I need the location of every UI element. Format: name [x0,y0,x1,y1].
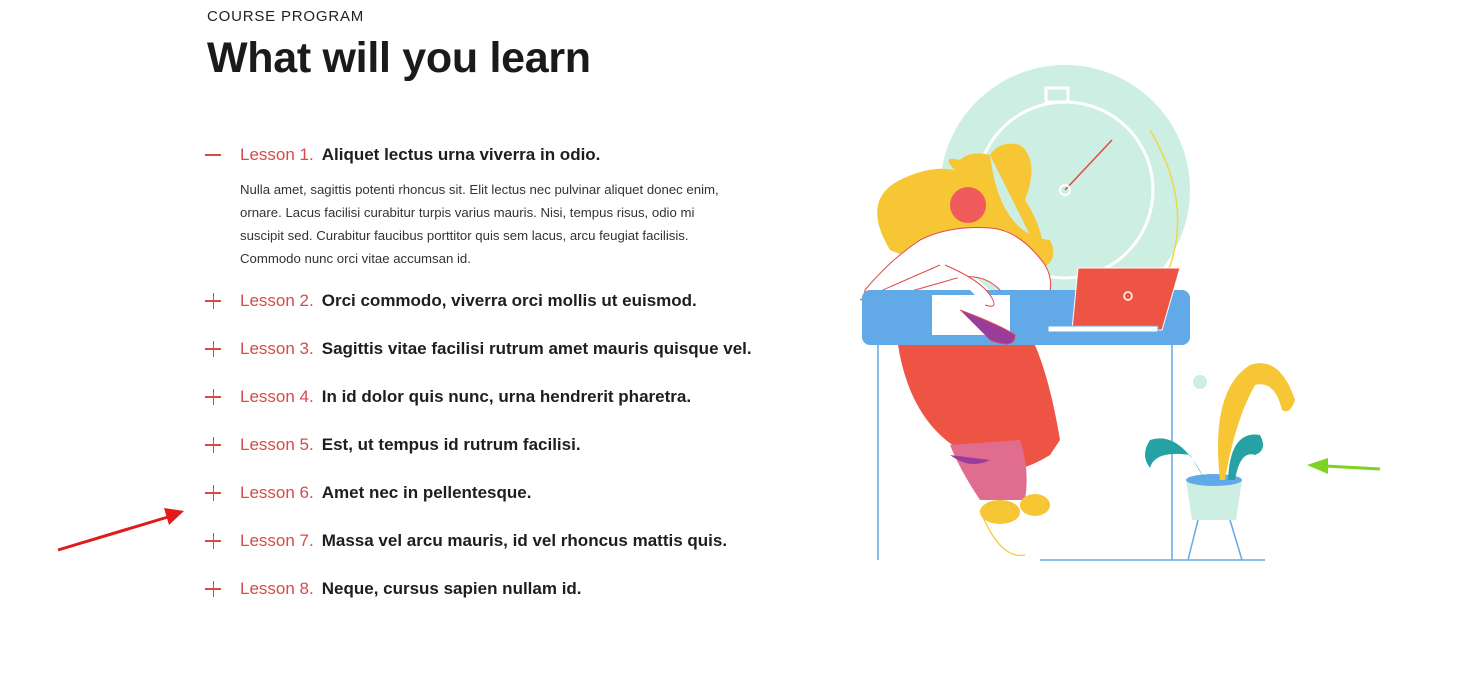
lesson-toggle-3[interactable]: Lesson 3. Sagittis vitae facilisi rutrum… [200,332,760,366]
plus-icon[interactable] [200,476,228,510]
lesson-title: Aliquet lectus urna viverra in odio. [321,145,601,164]
lesson-accordion: Lesson 1. Aliquet lectus urna viverra in… [200,138,760,606]
plus-icon[interactable] [200,428,228,462]
green-arrow-icon [1307,458,1381,474]
lesson-toggle-2[interactable]: Lesson 2. Orci commodo, viverra orci mol… [200,284,760,318]
lesson-item: Lesson 1. Aliquet lectus urna viverra in… [200,138,760,270]
lesson-number: Lesson 5. [240,435,314,454]
minus-icon[interactable] [200,138,228,172]
lesson-title: In id dolor quis nunc, urna hendrerit ph… [321,387,692,406]
lesson-title: Amet nec in pellentesque. [321,483,532,502]
lesson-description: Nulla amet, sagittis potenti rhoncus sit… [240,182,719,266]
lesson-number: Lesson 3. [240,339,314,358]
page-title: What will you learn [207,34,591,82]
lesson-toggle-8[interactable]: Lesson 8. Neque, cursus sapien nullam id… [200,572,760,606]
plus-icon[interactable] [200,524,228,558]
lesson-item: Lesson 2. Orci commodo, viverra orci mol… [200,284,760,318]
plus-icon[interactable] [200,332,228,366]
lesson-toggle-7[interactable]: Lesson 7. Massa vel arcu mauris, id vel … [200,524,760,558]
lesson-title: Massa vel arcu mauris, id vel rhoncus ma… [321,531,728,550]
plant-icon [1145,363,1295,561]
lesson-title: Sagittis vitae facilisi rutrum amet maur… [321,339,752,358]
lesson-item: Lesson 7. Massa vel arcu mauris, id vel … [200,524,760,558]
lesson-toggle-1[interactable]: Lesson 1. Aliquet lectus urna viverra in… [200,138,760,172]
lesson-toggle-4[interactable]: Lesson 4. In id dolor quis nunc, urna he… [200,380,760,414]
lesson-item: Lesson 6. Amet nec in pellentesque. [200,476,760,510]
lesson-toggle-5[interactable]: Lesson 5. Est, ut tempus id rutrum facil… [200,428,760,462]
lesson-number: Lesson 8. [240,579,314,598]
lesson-number: Lesson 6. [240,483,314,502]
woman-at-desk-illustration [859,65,1295,561]
lesson-item: Lesson 8. Neque, cursus sapien nullam id… [200,572,760,606]
lesson-item: Lesson 3. Sagittis vitae facilisi rutrum… [200,332,760,366]
lesson-number: Lesson 1. [240,145,314,164]
lesson-item: Lesson 4. In id dolor quis nunc, urna he… [200,380,760,414]
lesson-number: Lesson 2. [240,291,314,310]
plus-icon[interactable] [200,380,228,414]
lesson-number: Lesson 4. [240,387,314,406]
plus-icon[interactable] [200,284,228,318]
lesson-number: Lesson 7. [240,531,314,550]
lesson-item: Lesson 5. Est, ut tempus id rutrum facil… [200,428,760,462]
lesson-title: Est, ut tempus id rutrum facilisi. [321,435,581,454]
lesson-title: Orci commodo, viverra orci mollis ut eui… [321,291,697,310]
red-arrow-icon [57,508,184,552]
plus-icon[interactable] [200,572,228,606]
section-eyebrow: COURSE PROGRAM [207,8,365,25]
lesson-title: Neque, cursus sapien nullam id. [321,579,582,598]
lesson-toggle-6[interactable]: Lesson 6. Amet nec in pellentesque. [200,476,760,510]
